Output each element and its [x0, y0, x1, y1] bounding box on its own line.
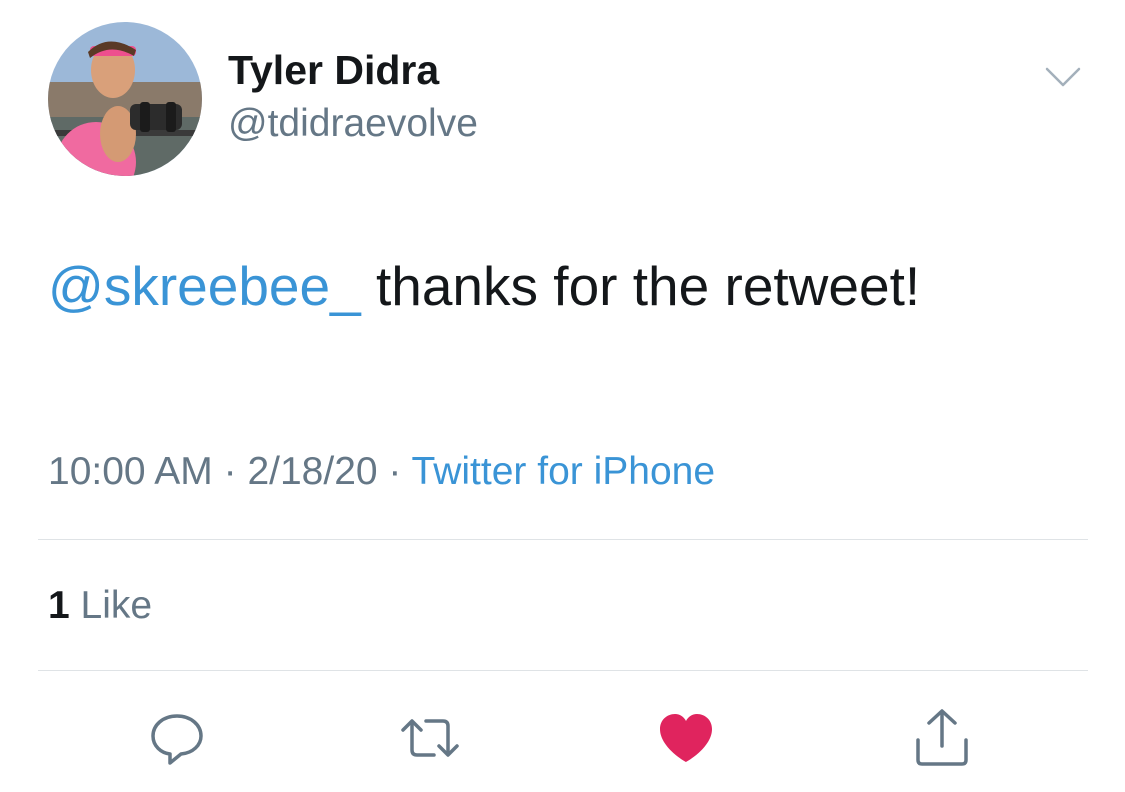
mention-link[interactable]: @skreebee_: [48, 255, 361, 317]
divider: [38, 670, 1088, 671]
chevron-down-icon[interactable]: [1044, 64, 1082, 90]
like-button[interactable]: [656, 708, 716, 768]
share-button[interactable]: [912, 708, 972, 768]
reply-button[interactable]: [147, 708, 207, 768]
heart-icon: [660, 714, 712, 762]
tweet-meta: 10:00 AM · 2/18/20 · Twitter for iPhone: [48, 448, 715, 496]
display-name[interactable]: Tyler Didra: [228, 46, 439, 94]
divider: [38, 539, 1088, 540]
tweet-date: 2/18/20: [247, 450, 378, 493]
reply-icon: [151, 714, 203, 765]
share-icon: [916, 709, 968, 766]
like-count: 1: [48, 584, 70, 627]
tweet-source-link[interactable]: Twitter for iPhone: [412, 450, 715, 493]
like-label: Like: [69, 584, 153, 627]
meta-separator: ·: [212, 450, 248, 493]
tweet-text: @skreebee_ thanks for the retweet!: [48, 252, 920, 320]
retweet-icon: [401, 719, 459, 757]
retweet-button[interactable]: [400, 708, 460, 768]
meta-separator: ·: [377, 450, 412, 493]
tweet-time: 10:00 AM: [48, 450, 213, 493]
avatar[interactable]: [48, 22, 202, 176]
likes-stat[interactable]: 1 Like: [48, 582, 152, 630]
tweet-text-content: thanks for the retweet!: [360, 255, 921, 317]
tweet-detail: Tyler Didra @tdidraevolve @skreebee_ tha…: [0, 0, 1125, 792]
avatar-photo: [48, 22, 202, 176]
user-handle[interactable]: @tdidraevolve: [228, 101, 478, 147]
